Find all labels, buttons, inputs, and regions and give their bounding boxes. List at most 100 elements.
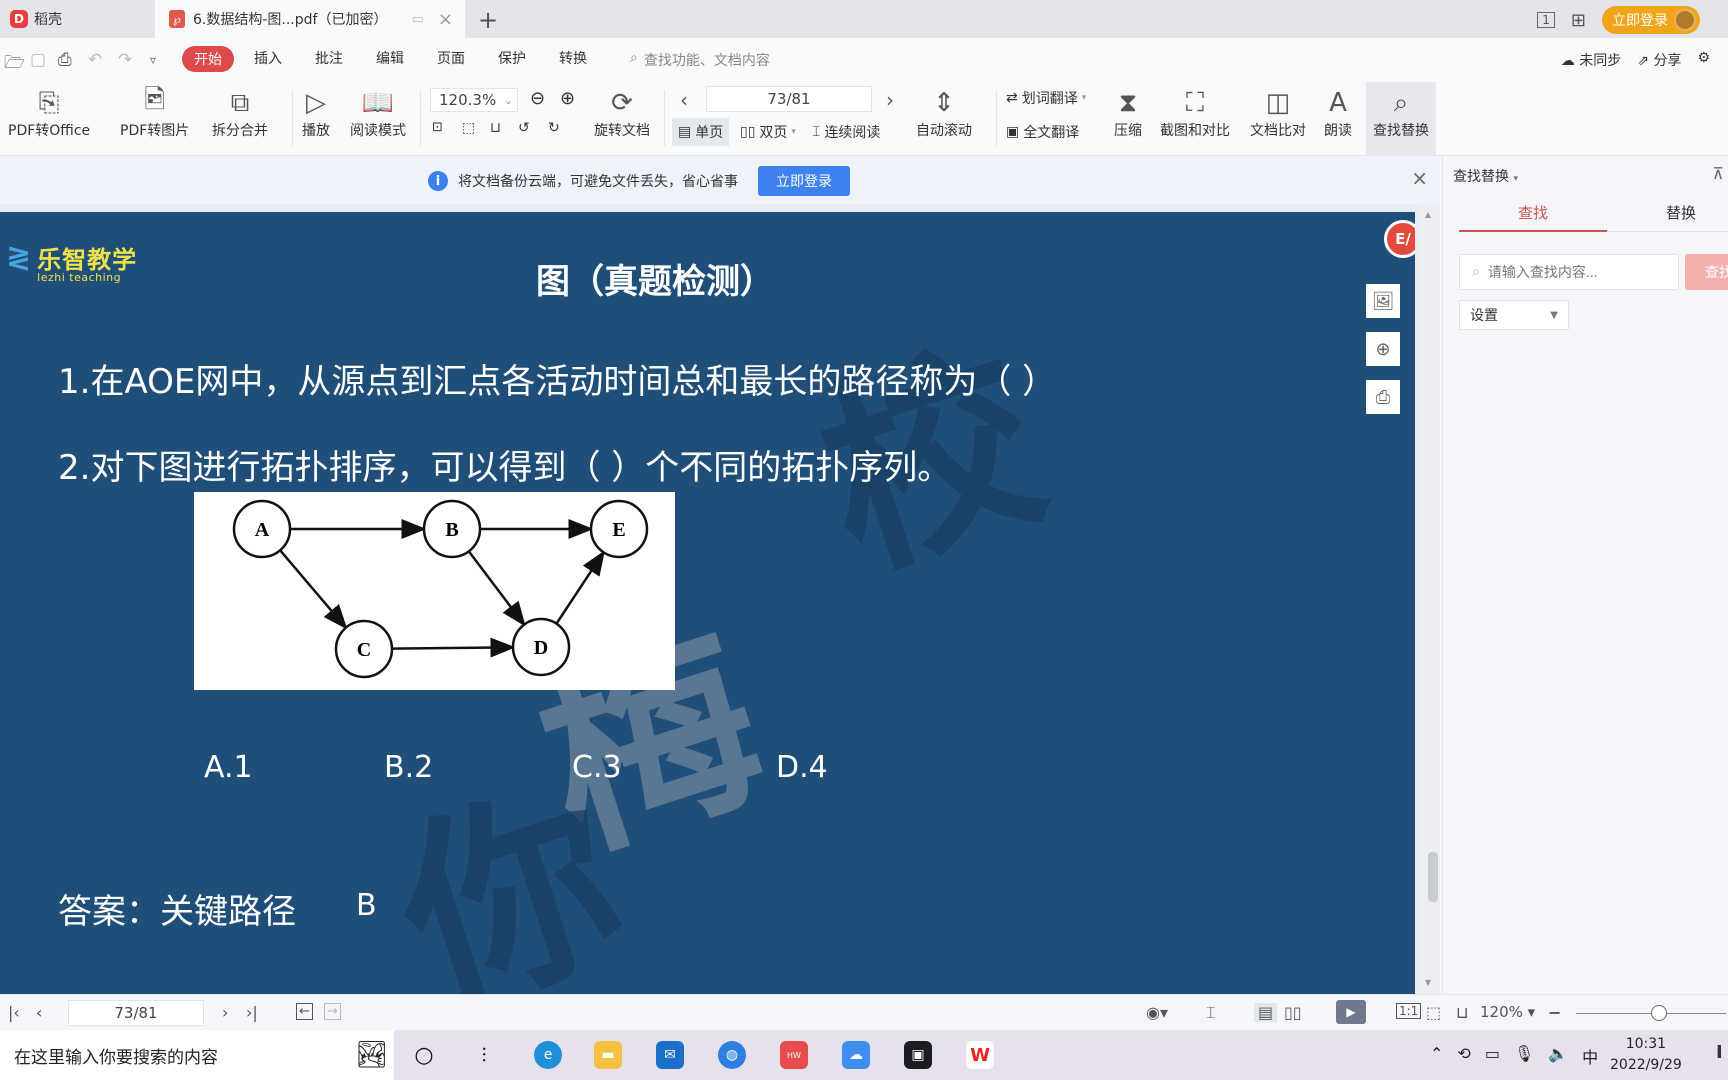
extract-image-icon[interactable]: 🖼 [1366, 284, 1400, 318]
single-page-icon[interactable]: ▤ [1254, 1003, 1278, 1022]
zoom-in-icon[interactable]: ⊕ [560, 88, 575, 109]
task-view-icon[interactable]: ⫶ [470, 1041, 498, 1069]
show-hidden-icons[interactable]: ⌃ [1430, 1044, 1443, 1068]
single-page-button[interactable]: ▤ 单页 [672, 118, 730, 146]
pin-window-icon[interactable]: ▭ [411, 12, 423, 27]
zoom-select[interactable]: 120.3% ⌄ [430, 88, 518, 112]
play-slideshow-button[interactable]: ▶ [1336, 1000, 1366, 1024]
pin-panel-icon[interactable]: ⊼ [1712, 164, 1724, 183]
split-merge-button[interactable]: ⧉ 拆分合并 [212, 86, 268, 140]
menu-insert[interactable]: 插入 [254, 48, 282, 68]
volume-icon[interactable]: 🔈 [1548, 1044, 1568, 1068]
double-page-icon[interactable]: ▯▯ [1284, 1003, 1302, 1022]
huawei-icon[interactable]: HW [780, 1041, 808, 1069]
zoom-out-icon[interactable]: ⊖ [530, 88, 545, 109]
battery-icon[interactable]: ▭ [1485, 1044, 1500, 1068]
next-page-icon[interactable]: › [222, 1003, 228, 1022]
prev-page-icon[interactable]: ‹ [36, 1003, 42, 1022]
quick-access-dropdown-icon[interactable]: ▿ [150, 53, 156, 67]
status-page-input[interactable]: 73/81 [68, 1000, 204, 1026]
find-input[interactable] [1487, 264, 1658, 280]
print-icon[interactable]: ⎙ [58, 50, 72, 70]
notification-login-button[interactable]: 立即登录 [758, 166, 850, 196]
cloud-drive-icon[interactable]: ☁ [842, 1041, 870, 1069]
next-page-icon[interactable]: › [886, 88, 894, 112]
page-number-input[interactable]: 73/81 [706, 86, 872, 112]
forward-icon[interactable]: → [324, 1003, 341, 1020]
continuous-reading-button[interactable]: ⌶ 连续阅读 [812, 122, 880, 142]
tab-home[interactable]: D 稻壳 [0, 0, 155, 38]
panel-title[interactable]: 查找替换 ▾ [1453, 166, 1518, 186]
mail-icon[interactable]: ✉ [656, 1041, 684, 1069]
continuous-icon[interactable]: ⌶ [1206, 1003, 1216, 1023]
zoom-out-icon[interactable]: − [1548, 1003, 1561, 1022]
share-button[interactable]: ⇗ 分享 [1637, 50, 1681, 70]
zoom-in-tool-icon[interactable]: ⊕ [1366, 332, 1400, 366]
tab-document[interactable]: ℘ 6.数据结构-图...pdf（已加密） ▭ × [155, 0, 465, 38]
play-button[interactable]: ▷ 播放 [302, 86, 330, 140]
scrollbar-thumb[interactable] [1428, 852, 1438, 902]
pdf-to-office-button[interactable]: ⎘ PDF转Office [8, 86, 90, 140]
actual-size-icon[interactable]: ⊡ [432, 120, 443, 135]
back-icon[interactable]: ← [296, 1003, 313, 1020]
last-page-icon[interactable]: ›| [246, 1003, 258, 1022]
compress-button[interactable]: ⧗ 压缩 [1114, 86, 1142, 140]
page-layout-indicator[interactable]: 1 [1537, 12, 1555, 28]
new-tab-button[interactable]: + [478, 6, 498, 34]
undo-icon[interactable]: ↶ [88, 50, 102, 70]
rotate-right-icon[interactable]: ↻ [548, 120, 560, 136]
zoom-level-dropdown[interactable]: 120% ▾ [1480, 1003, 1535, 1021]
microphone-icon[interactable]: 🎙 [1514, 1044, 1534, 1068]
open-file-icon[interactable]: 🗁 [4, 50, 25, 79]
ime-indicator[interactable]: 中 [1582, 1044, 1598, 1068]
apps-grid-icon[interactable]: ⊞ [1571, 10, 1586, 31]
full-translate-button[interactable]: ▣ 全文翻译 [1006, 122, 1079, 142]
close-notification-icon[interactable]: × [1411, 166, 1428, 190]
double-page-button[interactable]: ▯▯ 双页 ▾ [740, 122, 796, 142]
doc-compare-button[interactable]: ◫ 文档比对 [1250, 86, 1306, 140]
fit-page-icon[interactable]: ⬚ [1426, 1003, 1441, 1022]
camera-app-icon[interactable]: ▣ [904, 1041, 932, 1069]
find-replace-button[interactable]: ⌕ 查找替换 [1366, 82, 1436, 156]
fit-width-icon[interactable]: ⊔ [490, 120, 501, 136]
rotate-left-icon[interactable]: ↺ [518, 120, 530, 136]
menu-annotate[interactable]: 批注 [315, 48, 343, 68]
eye-protection-icon[interactable]: ◉▾ [1146, 1003, 1168, 1022]
pdf-to-image-button[interactable]: 🖻 PDF转图片 [120, 85, 189, 140]
wps-icon[interactable]: W [966, 1041, 994, 1069]
menu-protect[interactable]: 保护 [498, 48, 526, 68]
read-aloud-button[interactable]: A 朗读 [1324, 86, 1352, 140]
previous-page-icon[interactable]: ‹ [680, 88, 688, 112]
show-desktop-button[interactable]: I [1716, 1042, 1723, 1063]
clock[interactable]: 10:31 2022/9/29 [1610, 1034, 1682, 1076]
settings-dropdown[interactable]: 设置 ▼ [1459, 300, 1569, 330]
taskbar-search[interactable]: 在这里输入你要搜索的内容 🏞 [0, 1030, 394, 1080]
close-tab-icon[interactable]: × [438, 9, 453, 30]
menu-start[interactable]: 开始 [182, 46, 234, 72]
redo-icon[interactable]: ↷ [118, 50, 132, 70]
save-icon[interactable]: ▢ [30, 50, 46, 70]
sync-status[interactable]: ☁ 未同步 [1561, 50, 1621, 70]
browser-icon[interactable]: ◍ [718, 1041, 746, 1069]
menu-convert[interactable]: 转换 [559, 48, 587, 68]
actual-size-icon[interactable]: 1:1 [1396, 1003, 1422, 1019]
stamp-icon[interactable]: E/ [1384, 220, 1415, 258]
fit-width-icon[interactable]: ⊔ [1456, 1003, 1468, 1022]
word-translate-button[interactable]: ⇄ 划词翻译 ▾ [1006, 88, 1086, 108]
menu-page[interactable]: 页面 [437, 48, 465, 68]
read-mode-button[interactable]: 📖 阅读模式 [350, 86, 406, 140]
settings-gear-icon[interactable]: ⚙ [1697, 50, 1710, 70]
screenshot-compare-button[interactable]: ⛶ 截图和对比 [1160, 86, 1230, 140]
print-tool-icon[interactable]: ⎙ [1366, 380, 1400, 414]
edge-icon[interactable]: e [534, 1041, 562, 1069]
network-status-icon[interactable]: ⟲ [1457, 1044, 1470, 1068]
function-search[interactable]: ⌕ 查找功能、文档内容 [630, 50, 770, 70]
rotate-document-button[interactable]: ⟳ 旋转文档 [594, 86, 650, 140]
find-input-box[interactable]: ⌕ [1459, 254, 1679, 290]
auto-scroll-button[interactable]: ⇕ 自动滚动 [916, 86, 972, 140]
first-page-icon[interactable]: |‹ [8, 1003, 20, 1022]
tab-find[interactable]: 查找 [1459, 196, 1607, 232]
find-button[interactable]: 查找 [1685, 254, 1728, 290]
scroll-down-icon[interactable]: ▼ [1425, 978, 1431, 987]
fit-page-icon[interactable]: ⬚ [462, 120, 475, 136]
